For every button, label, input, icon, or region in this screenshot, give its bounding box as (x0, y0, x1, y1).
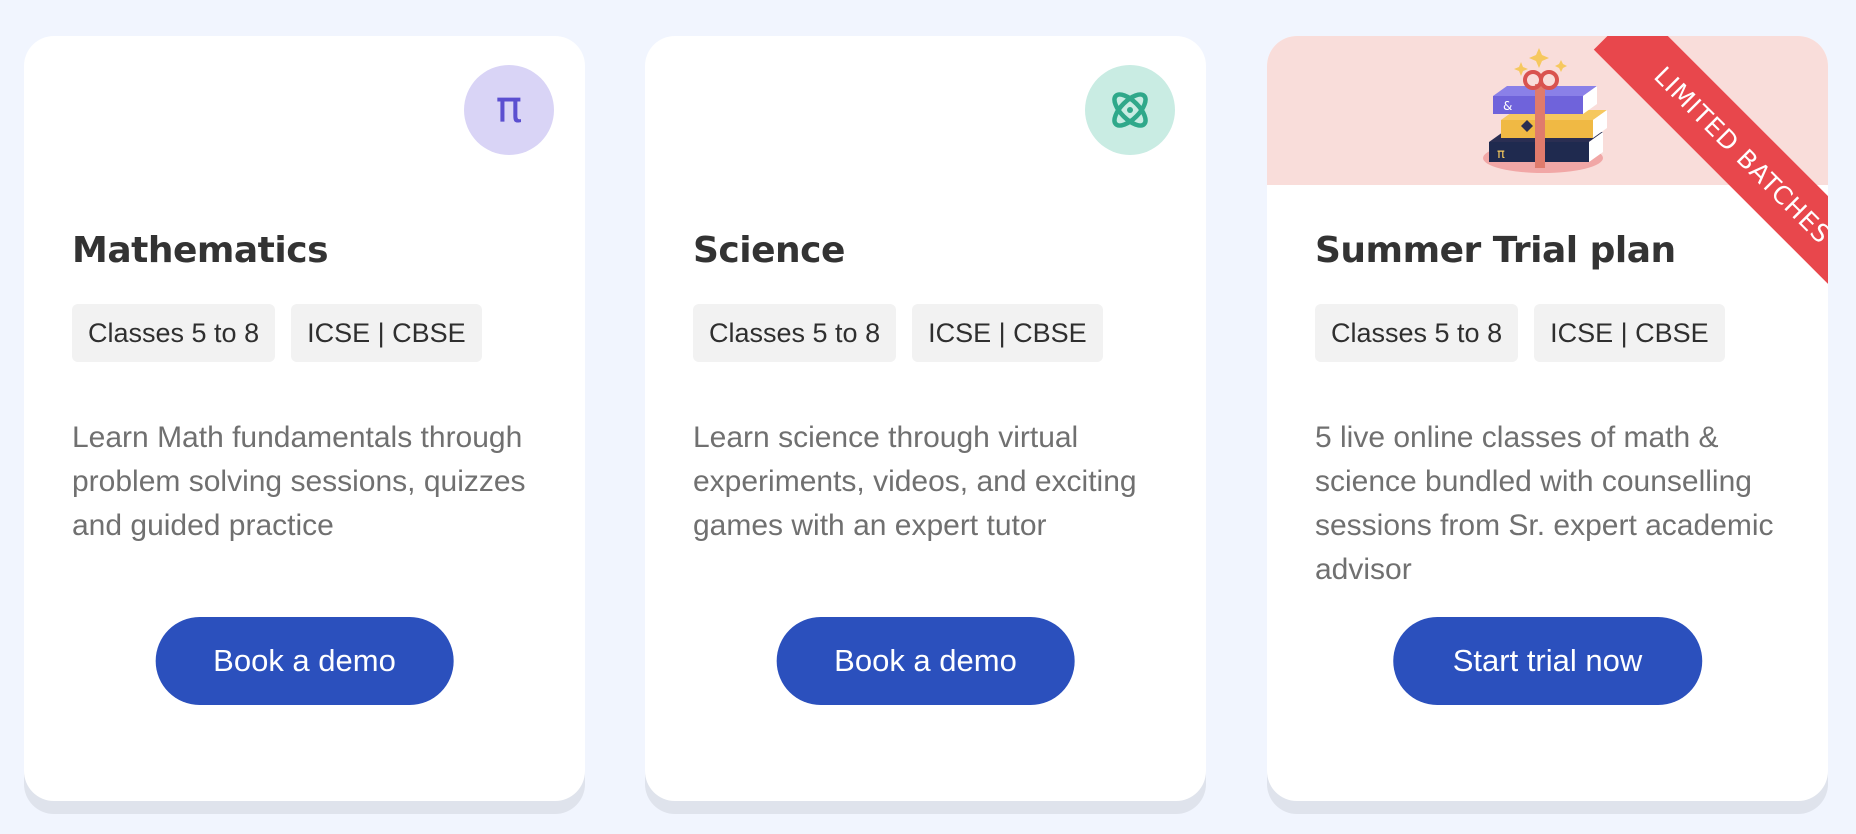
board-tag: ICSE | CBSE (1534, 304, 1725, 362)
pi-icon: π (464, 65, 554, 155)
atom-icon-graphic (1112, 92, 1148, 128)
science-card: Science Classes 5 to 8 ICSE | CBSE Learn… (645, 36, 1206, 801)
book-demo-button[interactable]: Book a demo (155, 617, 454, 705)
card-title: Mathematics (72, 230, 329, 271)
card-description: Learn science through virtual experiment… (693, 421, 1137, 542)
board-tag: ICSE | CBSE (912, 304, 1103, 362)
classes-tag: Classes 5 to 8 (1315, 304, 1519, 362)
tag-list: Classes 5 to 8 ICSE | CBSE (1315, 304, 1725, 362)
board-tag: ICSE | CBSE (291, 304, 482, 362)
card-title: Summer Trial plan (1315, 230, 1676, 271)
summer-trial-card: π & LIMITED BATCHES Summer Trial plan Cl… (1267, 36, 1828, 801)
tag-list: Classes 5 to 8 ICSE | CBSE (72, 304, 482, 362)
gift-books-icon: π & (1483, 48, 1607, 173)
tag-list: Classes 5 to 8 ICSE | CBSE (693, 304, 1103, 362)
start-trial-button[interactable]: Start trial now (1392, 617, 1703, 705)
atom-icon (1085, 65, 1175, 155)
mathematics-card: π Mathematics Classes 5 to 8 ICSE | CBSE… (24, 36, 585, 801)
card-description: Learn Math fundamentals through problem … (72, 421, 526, 542)
svg-text:&: & (1503, 99, 1512, 113)
classes-tag: Classes 5 to 8 (72, 304, 276, 362)
classes-tag: Classes 5 to 8 (693, 304, 897, 362)
svg-text:π: π (1497, 147, 1505, 162)
card-description: 5 live online classes of math & science … (1315, 421, 1774, 586)
book-demo-button[interactable]: Book a demo (776, 617, 1075, 705)
card-title: Science (693, 230, 845, 271)
